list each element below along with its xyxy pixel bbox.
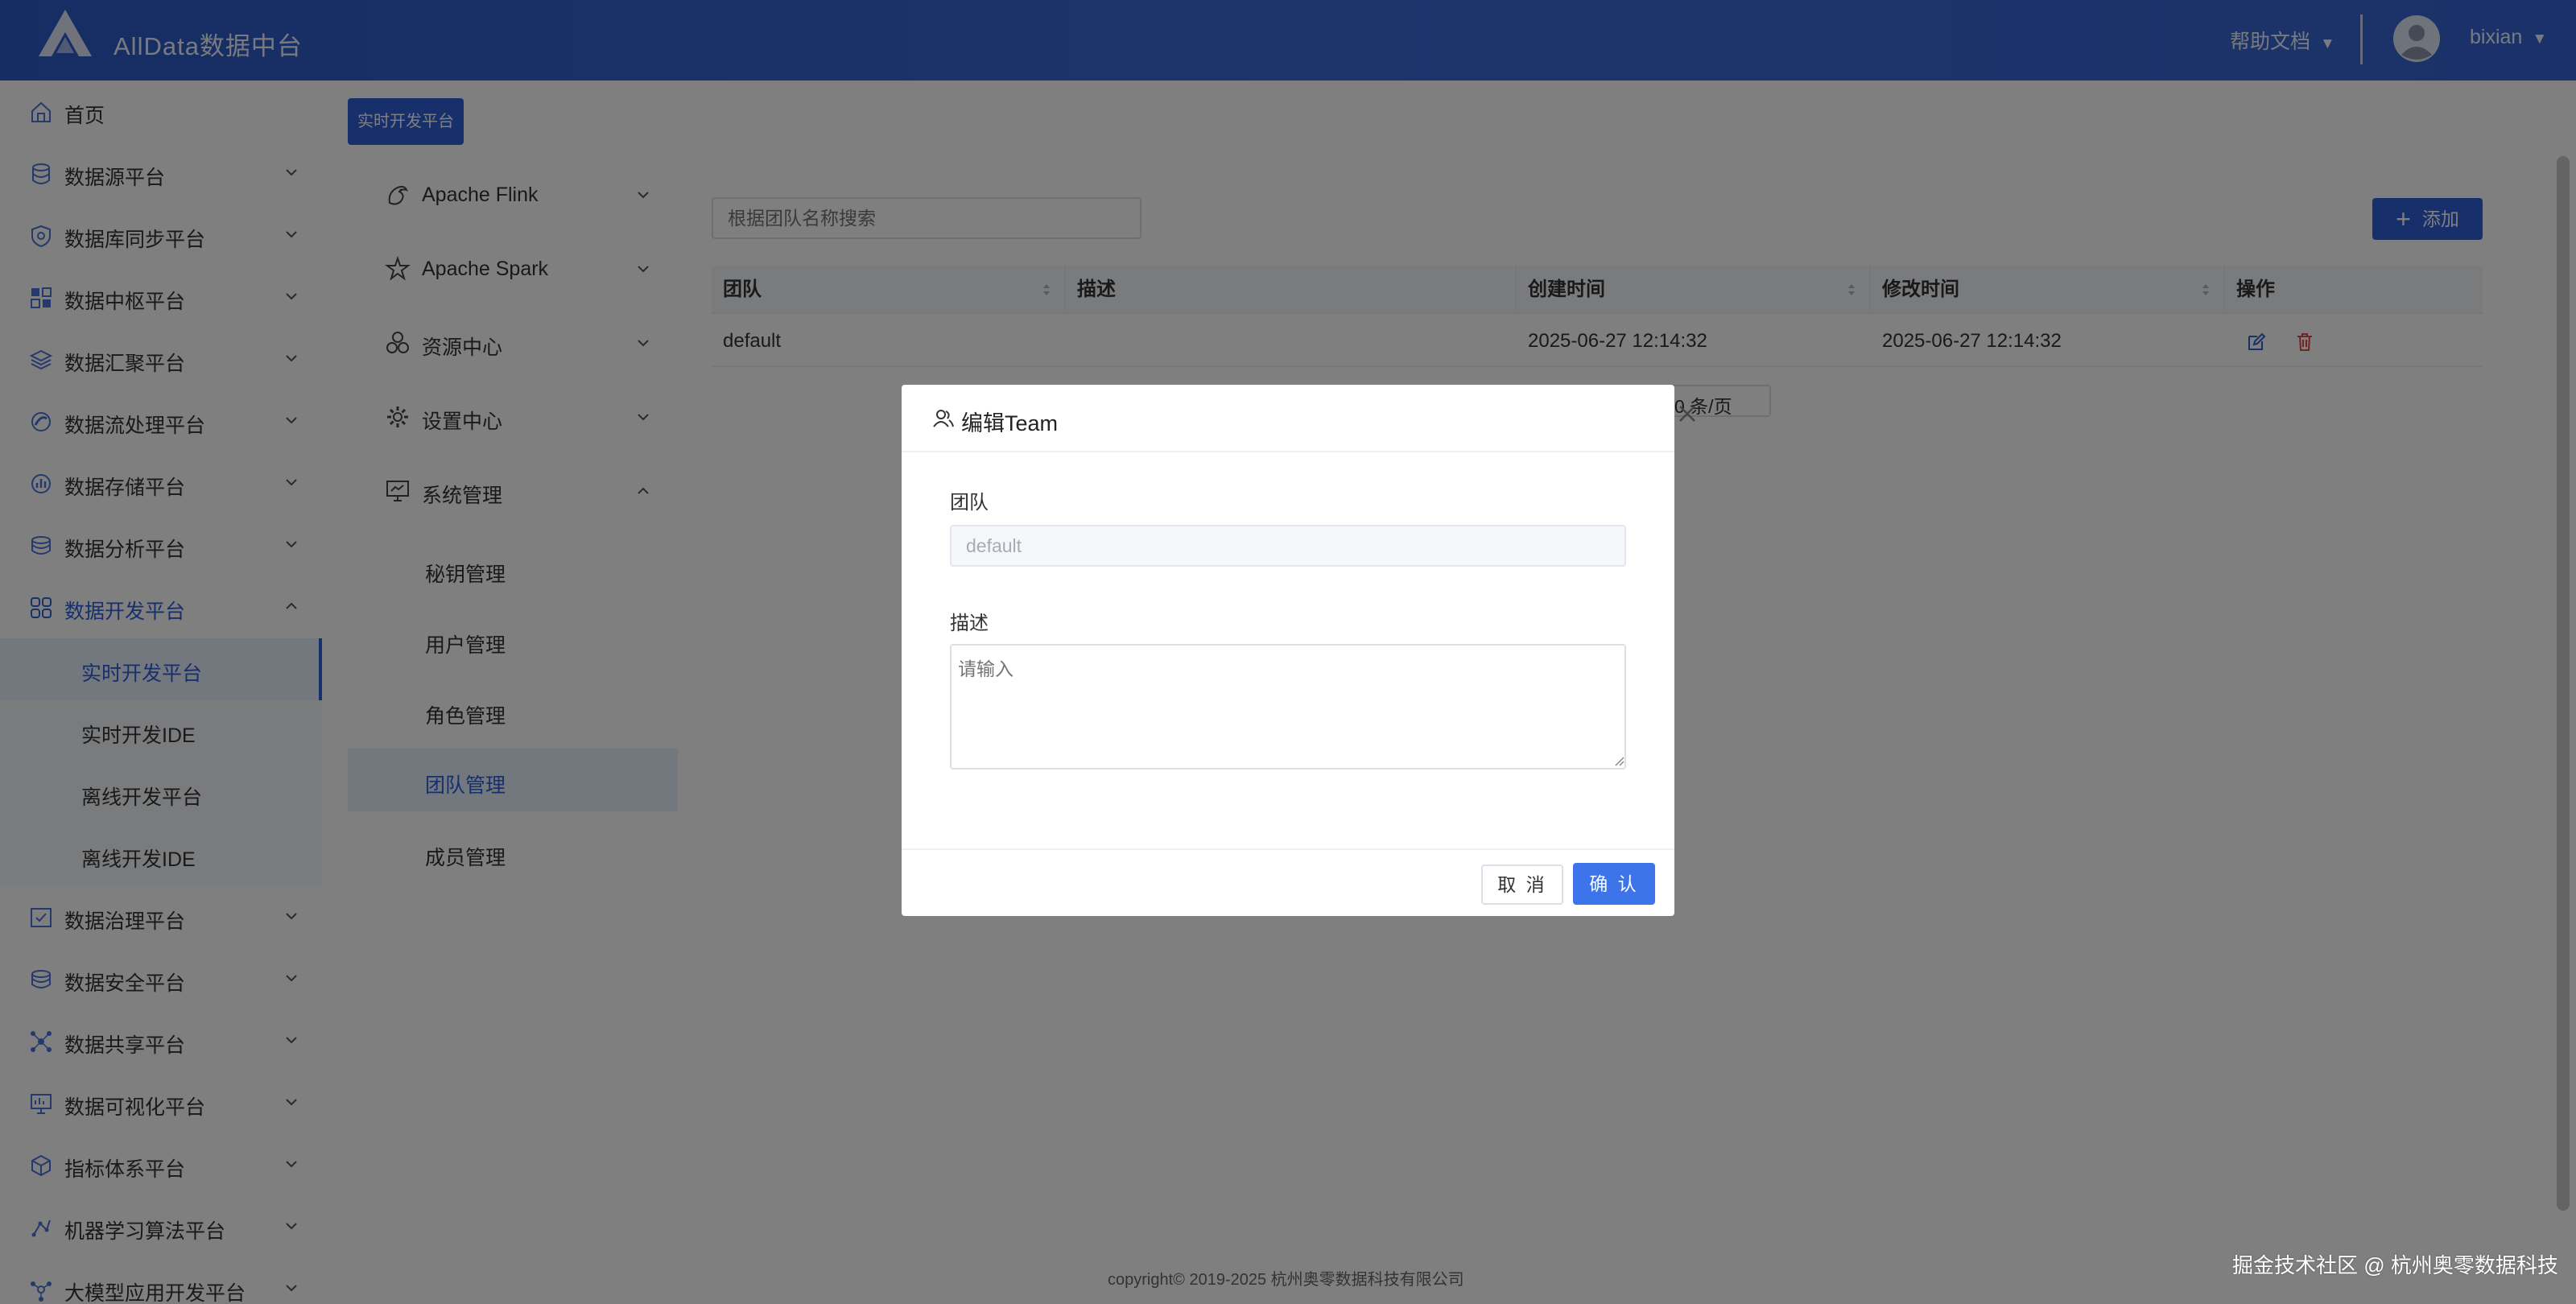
watermark: 掘金技术社区 @ 杭州奥零数据科技 bbox=[2232, 1253, 2558, 1277]
description-field-label: 描述 bbox=[950, 613, 989, 634]
description-textarea[interactable] bbox=[950, 644, 1626, 770]
edit-team-dialog: 编辑Team 团队 描述 取 消 确 认 bbox=[902, 385, 1695, 916]
team-field-label: 团队 bbox=[950, 492, 989, 514]
team-name-input[interactable] bbox=[950, 525, 1626, 567]
cancel-button[interactable]: 取 消 bbox=[1481, 865, 1563, 905]
dialog-header: 编辑Team bbox=[902, 385, 1674, 452]
close-icon[interactable] bbox=[1676, 402, 1699, 425]
team-icon bbox=[933, 410, 954, 427]
dialog-title: 编辑Team bbox=[961, 411, 1059, 435]
confirm-button[interactable]: 确 认 bbox=[1573, 863, 1655, 905]
resize-handle-icon[interactable] bbox=[1612, 753, 1624, 766]
dialog-footer: 取 消 确 认 bbox=[902, 848, 1674, 916]
